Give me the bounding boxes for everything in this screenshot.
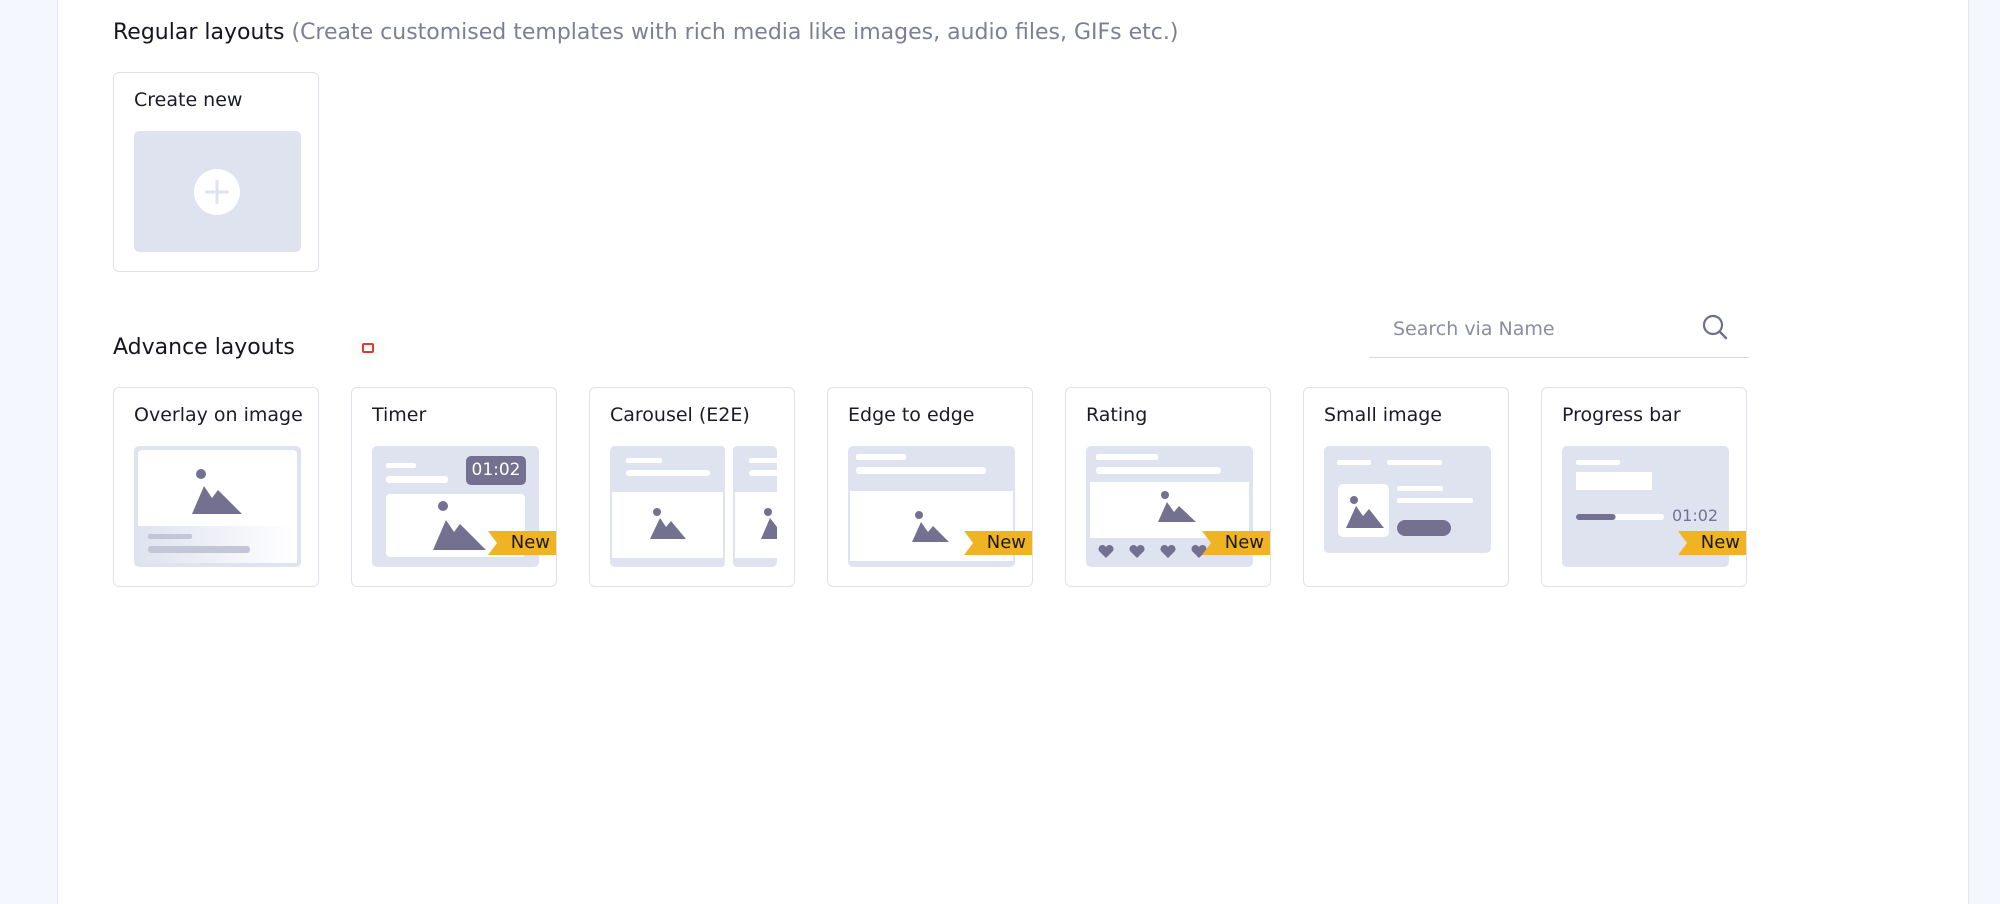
image-icon <box>610 446 777 567</box>
carousel-thumbnail <box>610 446 777 567</box>
image-icon <box>138 450 297 563</box>
card-label: Edge to edge <box>848 404 975 426</box>
layout-card-progress-bar[interactable]: Progress bar 01:02 New <box>1541 387 1747 587</box>
create-new-card[interactable]: Create new <box>113 72 319 272</box>
card-label: Small image <box>1324 404 1442 426</box>
layout-card-timer[interactable]: Timer 01:02 New <box>351 387 557 587</box>
search-bar[interactable] <box>1369 300 1749 358</box>
overlay-thumbnail <box>134 446 301 567</box>
regular-layouts-title: Regular layouts <box>113 20 285 45</box>
card-label: Overlay on image <box>134 404 303 426</box>
new-badge: New <box>964 531 1032 555</box>
search-icon[interactable] <box>1701 313 1729 341</box>
progress-fill <box>1576 514 1616 520</box>
regular-layouts-subtitle: (Create customised templates with rich m… <box>291 20 1179 45</box>
plus-icon[interactable] <box>134 131 301 252</box>
create-new-thumbnail[interactable] <box>134 131 301 252</box>
regular-layouts-heading: Regular layouts (Create customised templ… <box>113 20 1178 45</box>
layout-card-carousel[interactable]: Carousel (E2E) <box>589 387 795 587</box>
layout-card-edge-to-edge[interactable]: Edge to edge New <box>827 387 1033 587</box>
card-label: Timer <box>372 404 427 426</box>
layout-card-small-image[interactable]: Small image <box>1303 387 1509 587</box>
create-new-label: Create new <box>134 89 243 111</box>
layout-card-rating[interactable]: Rating New <box>1065 387 1271 587</box>
new-badge: New <box>1202 531 1270 555</box>
image-icon <box>1337 460 1473 537</box>
small-image-thumbnail <box>1324 446 1491 553</box>
card-label: Carousel (E2E) <box>610 404 750 426</box>
layout-card-overlay-on-image[interactable]: Overlay on image <box>113 387 319 587</box>
new-badge: New <box>488 531 556 555</box>
new-badge: New <box>1678 531 1746 555</box>
advance-layouts-title: Advance layouts <box>113 335 295 360</box>
timer-value: 01:02 <box>471 460 521 480</box>
info-icon[interactable] <box>362 343 374 353</box>
main-panel: Regular layouts (Create customised templ… <box>57 0 1969 904</box>
heart-icon <box>1098 544 1207 558</box>
search-input[interactable] <box>1391 312 1695 346</box>
progress-timer: 01:02 <box>1672 506 1719 525</box>
card-label: Progress bar <box>1562 404 1681 426</box>
card-label: Rating <box>1086 404 1148 426</box>
